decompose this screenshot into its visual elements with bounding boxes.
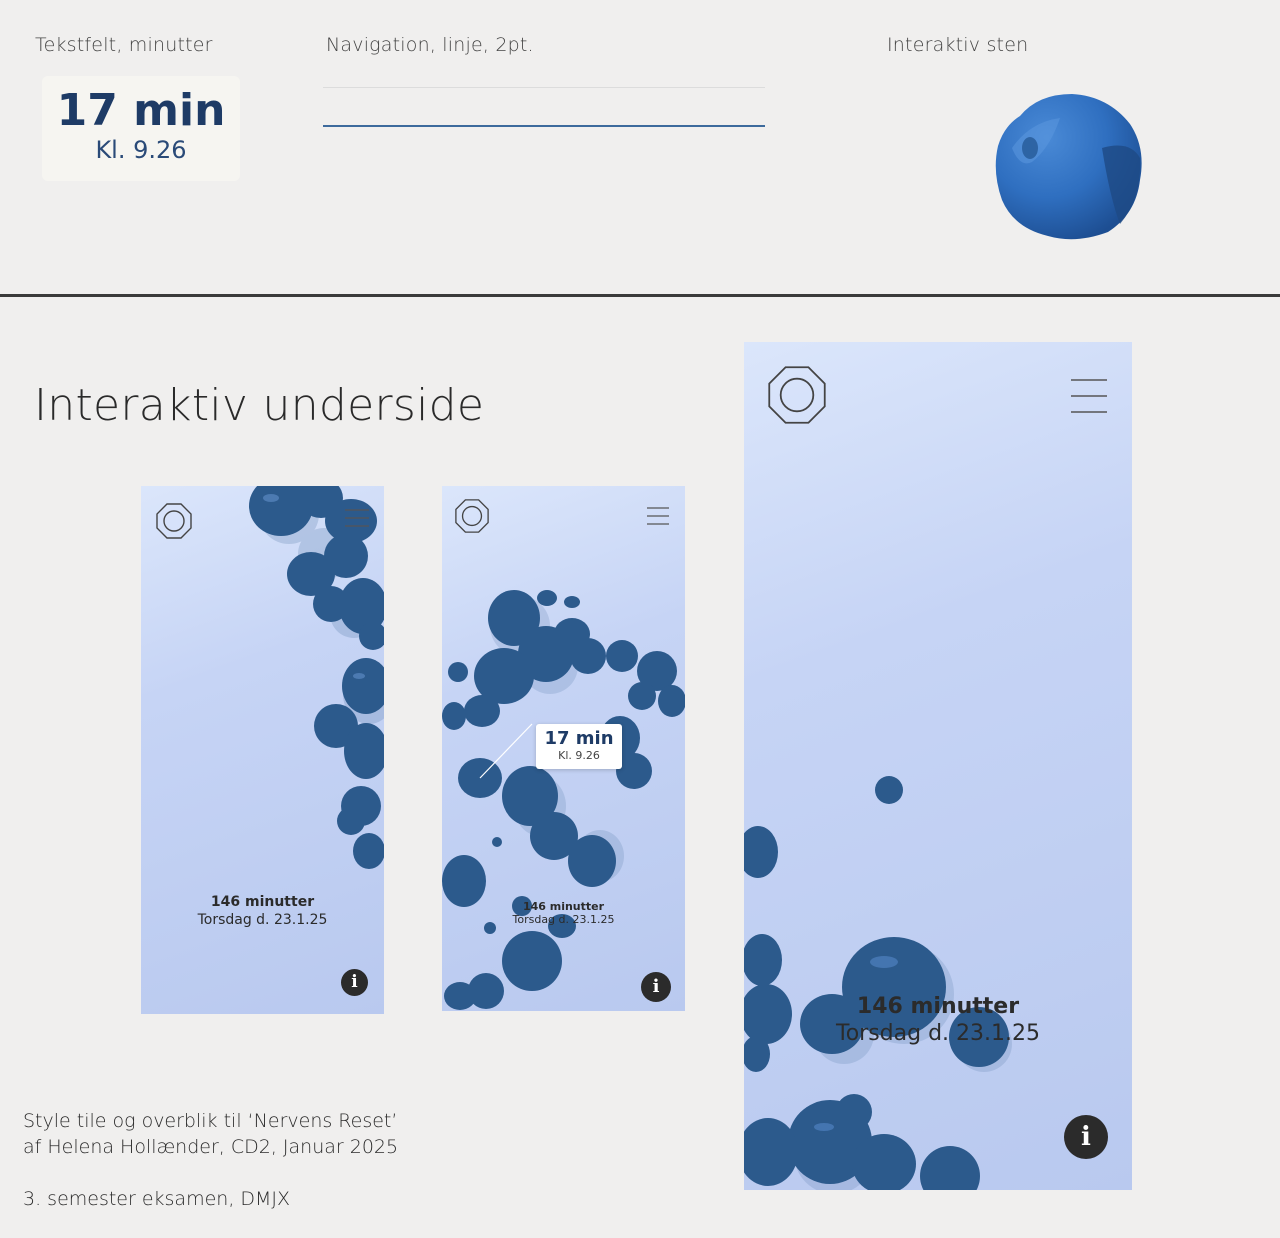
total-minutes: 146 minutter bbox=[210, 894, 315, 910]
credits: Style tile og overblik til ‘Nervens Rese… bbox=[23, 1108, 398, 1212]
info-icon: i bbox=[351, 972, 358, 992]
textfield-minutes: 17 min bbox=[56, 85, 226, 136]
hamburger-menu-icon[interactable] bbox=[647, 506, 669, 526]
credits-line-2: af Helena Hollænder, CD2, Januar 2025 bbox=[23, 1136, 399, 1158]
stone-tooltip: 17 min Kl. 9.26 bbox=[536, 724, 622, 769]
info-button[interactable]: i bbox=[641, 972, 671, 1002]
date-label: Torsdag d. 23.1.25 bbox=[197, 912, 328, 928]
textfield-caption: Tekstfelt, minutter bbox=[35, 34, 213, 56]
stone-icon bbox=[995, 94, 1142, 240]
info-button[interactable]: i bbox=[1064, 1115, 1108, 1159]
navigation-line[interactable] bbox=[323, 125, 765, 127]
stone-caption: Interaktiv sten bbox=[887, 34, 1029, 56]
minutes-textfield-sample: 17 min Kl. 9.26 bbox=[42, 76, 240, 181]
hamburger-menu-icon[interactable] bbox=[1071, 378, 1107, 414]
textfield-time: Kl. 9.26 bbox=[95, 136, 187, 164]
info-icon: i bbox=[1081, 1122, 1091, 1152]
tooltip-minutes: 17 min bbox=[544, 728, 614, 749]
phone-screen-3: 146 minutter Torsdag d. 23.1.25 i bbox=[744, 342, 1132, 1190]
total-minutes: 146 minutter bbox=[522, 900, 605, 913]
navigation-caption: Navigation, linje, 2pt. bbox=[326, 34, 534, 56]
section-title: Interaktiv underside bbox=[34, 380, 485, 431]
stones-cluster bbox=[249, 486, 384, 869]
logo-octagon-icon[interactable] bbox=[766, 364, 828, 426]
info-icon: i bbox=[652, 976, 660, 997]
section-divider bbox=[0, 294, 1280, 297]
credits-line-1: Style tile og overblik til ‘Nervens Rese… bbox=[23, 1110, 398, 1132]
credits-line-3: 3. semester eksamen, DMJX bbox=[23, 1188, 291, 1210]
hamburger-menu-icon[interactable] bbox=[345, 508, 369, 528]
phone-screen-1: 146 minutter Torsdag d. 23.1.25 i bbox=[141, 486, 384, 1014]
date-label: Torsdag d. 23.1.25 bbox=[512, 913, 615, 926]
date-label: Torsdag d. 23.1.25 bbox=[836, 1021, 1040, 1046]
tooltip-time: Kl. 9.26 bbox=[558, 749, 600, 762]
info-button[interactable]: i bbox=[341, 969, 368, 996]
stones-cluster bbox=[744, 776, 1012, 1190]
logo-octagon-icon[interactable] bbox=[155, 502, 193, 540]
logo-octagon-icon[interactable] bbox=[454, 498, 490, 534]
phone-screen-2: 17 min Kl. 9.26 146 minutter Torsdag d. … bbox=[442, 486, 685, 1011]
total-minutes: 146 minutter bbox=[856, 994, 1020, 1019]
navigation-line-light bbox=[323, 87, 765, 88]
interactive-stone[interactable] bbox=[990, 88, 1150, 247]
